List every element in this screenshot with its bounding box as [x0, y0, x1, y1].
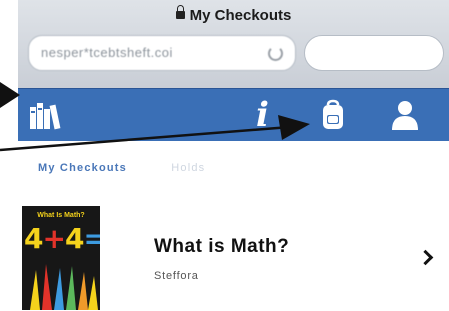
search-field[interactable] — [304, 35, 444, 71]
url-text: nesper*tcebtsheft.coi — [41, 45, 173, 60]
address-bar[interactable]: nesper*tcebtsheft.coi — [28, 35, 296, 71]
user-icon[interactable] — [390, 99, 420, 131]
backpack-icon[interactable] — [320, 99, 346, 131]
page-title-bar: My Checkouts — [18, 4, 449, 28]
lock-icon — [175, 5, 185, 20]
cover-title: What Is Math? — [37, 212, 85, 219]
chevron-right-icon[interactable] — [417, 249, 434, 266]
cover-equation: 4+4= — [24, 222, 100, 255]
book-author: Steffora — [154, 270, 199, 282]
book-cover: What Is Math? 4+4= — [22, 206, 100, 310]
reload-icon[interactable] — [268, 46, 283, 61]
books-icon[interactable] — [28, 99, 66, 131]
tab-my-checkouts[interactable]: My Checkouts — [38, 162, 127, 174]
app-screen: My Checkouts nesper*tcebtsheft.coi i My … — [0, 0, 449, 311]
tab-holds[interactable]: Holds — [171, 162, 205, 174]
checkout-list-item[interactable]: What Is Math? 4+4= What is Math? Steffor… — [18, 200, 449, 311]
checkout-tabs: My Checkouts Holds — [38, 162, 245, 174]
pencils-illustration — [30, 264, 98, 310]
app-toolbar: i — [18, 88, 449, 141]
arrow-head-left — [0, 82, 20, 108]
info-icon[interactable]: i — [256, 93, 269, 137]
browser-chrome: My Checkouts nesper*tcebtsheft.coi — [18, 0, 449, 88]
book-title: What is Math? — [154, 236, 290, 257]
page-title: My Checkouts — [189, 7, 292, 24]
